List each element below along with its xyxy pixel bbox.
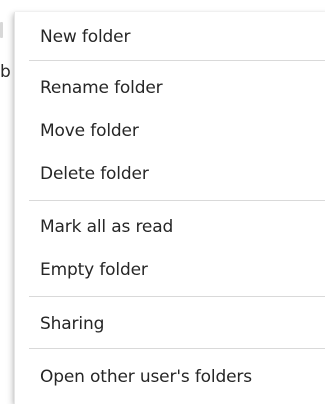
menu-item-move-folder[interactable]: Move folder [40, 118, 325, 144]
menu-divider [29, 296, 325, 297]
background-text-fragment: b [0, 64, 11, 81]
menu-item-mark-all-as-read[interactable]: Mark all as read [40, 214, 325, 240]
menu-item-open-other-users-folders[interactable]: Open other user's folders [40, 364, 325, 390]
menu-item-delete-folder[interactable]: Delete folder [40, 161, 325, 187]
menu-item-empty-folder[interactable]: Empty folder [40, 257, 325, 283]
menu-divider [29, 200, 325, 201]
menu-item-sharing[interactable]: Sharing [40, 311, 325, 337]
menu-item-new-folder[interactable]: New folder [40, 24, 325, 50]
menu-item-rename-folder[interactable]: Rename folder [40, 75, 325, 101]
menu-divider [29, 348, 325, 349]
menu-divider [29, 60, 325, 61]
background-checkbox-edge [0, 22, 3, 38]
folder-context-menu: New folder Rename folder Move folder Del… [14, 12, 325, 404]
